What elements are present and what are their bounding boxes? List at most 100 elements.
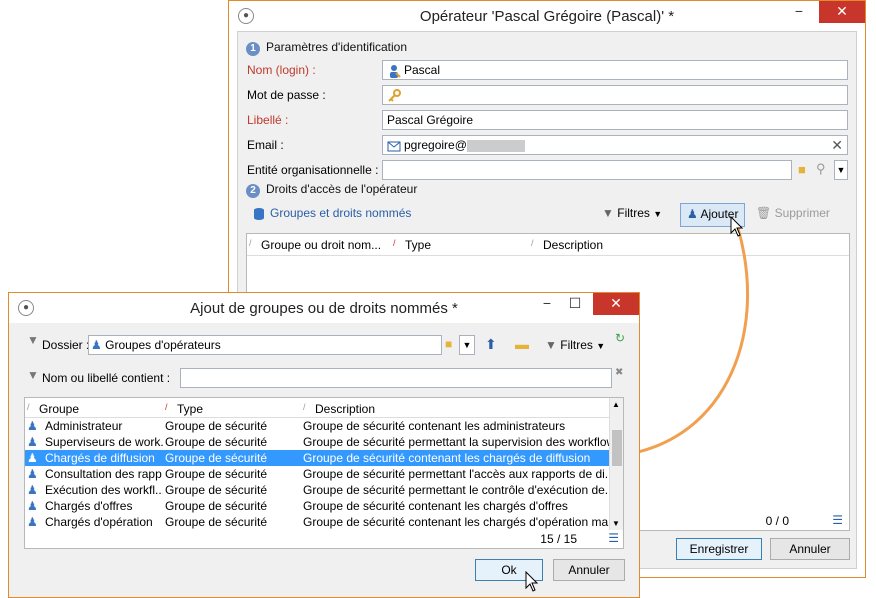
dialog-filters-button[interactable]: ▼ Filtres ▼ [545,338,605,352]
group-icon: ♟ [91,338,102,352]
login-field[interactable]: Pascal [382,60,848,80]
table-row[interactable]: ♟ Chargés d'offres Groupe de sécurité Group… [25,498,623,514]
record-count: 15 / 15 [540,532,577,546]
refresh-icon[interactable]: ↻ [615,331,625,345]
cell-description: Groupe de sécurité contenant les chargés… [303,451,591,465]
list-config-icon[interactable]: ☰ [608,531,619,545]
table-row[interactable]: ♟ Exécution des workfl... Groupe de sécuri… [25,482,623,498]
scrollbar-thumb[interactable] [612,430,622,466]
dialog-cancel-button[interactable]: Annuler [553,559,625,581]
folder-icon[interactable]: ■ [798,162,806,177]
cell-type: Groupe de sécurité [165,435,268,449]
section-identification: 1 Paramètres d'identification [246,40,407,56]
save-button[interactable]: Enregistrer [676,538,762,560]
col-group[interactable]: Groupe ou droit nom... [261,238,381,252]
cell-description: Groupe de sécurité permettant la supervi… [303,435,609,449]
close-button[interactable]: ✕ [593,293,639,315]
mail-icon [387,141,401,152]
col-description[interactable]: Description [543,238,603,252]
mouse-cursor [525,571,539,592]
libelle-field[interactable]: Pascal Grégoire [382,110,848,130]
group-icon: ♟ [27,499,38,513]
table-row[interactable]: ♟ Administrateur Groupe de sécurité Groupe … [25,418,623,434]
vertical-scrollbar[interactable]: ▲ ▼ [609,398,623,530]
list-config-icon[interactable]: ☰ [832,513,843,527]
key-icon [388,88,401,102]
filters-button[interactable]: ▼ Filtres ▼ [602,206,662,220]
redacted-block [466,139,525,152]
col-group[interactable]: Groupe [39,402,79,416]
filter-icon: ▼ [27,333,39,347]
folder-icon[interactable]: ■ [445,337,452,351]
groups-list: ♟ Administrateur Groupe de sécurité Groupe … [25,418,623,530]
search-icon[interactable]: ⚲ [816,161,826,177]
col-type[interactable]: Type [177,402,203,416]
table-row[interactable]: ♟ Consultation des rapp Groupe de sécurité… [25,466,623,482]
groups-rights-link[interactable]: Groupes et droits nommés [252,206,411,221]
cell-description: Groupe de sécurité contenant les adminis… [303,419,566,433]
close-button[interactable]: ✕ [819,1,865,23]
table-row[interactable]: ♟ Superviseurs de work... Groupe de sécuri… [25,434,623,450]
filter-icon: ▼ [27,368,39,382]
table-row[interactable]: ♟ Chargés d'opération Groupe de sécurité Gr… [25,514,623,530]
cell-type: Groupe de sécurité [165,499,268,513]
password-label: Mot de passe : [247,88,326,102]
folder-field[interactable]: ♟ Groupes d'opérateurs [88,335,442,355]
cell-description: Groupe de sécurité permettant l'accès au… [303,467,609,481]
cell-group: Chargés d'opération [45,515,153,529]
table-row[interactable]: ♟ Chargés de diffusion Groupe de sécurité G… [25,450,623,466]
group-icon: ♟ [27,435,38,449]
col-description[interactable]: Description [315,402,375,416]
maximize-button[interactable]: ☐ [561,293,589,315]
filters-label: Filtres [617,206,650,220]
clear-filter-icon[interactable]: ✖ [615,367,623,378]
chevron-down-icon[interactable]: ▼ [834,160,848,180]
filter-icon: ▼ [602,206,614,220]
email-value: pgregoire@ [404,138,467,152]
minimize-button[interactable]: − [533,293,561,315]
name-filter-input[interactable] [180,368,612,388]
dialog-grid-header: / Groupe / Type / Description [25,398,623,418]
dialog-filters-label: Filtres [560,338,593,352]
entity-label: Entité organisationnelle : [247,163,379,177]
mouse-cursor [730,216,744,237]
cell-group: Administrateur [45,419,123,433]
cell-type: Groupe de sécurité [165,467,268,481]
title-bar: ● Opérateur 'Pascal Grégoire (Pascal)' *… [229,1,865,31]
cell-type: Groupe de sécurité [165,515,268,529]
step-number: 1 [246,42,260,56]
sort-icon: / [27,402,30,412]
col-type[interactable]: Type [405,238,431,252]
folder-value: Groupes d'opérateurs [105,338,221,352]
cell-type: Groupe de sécurité [165,419,268,433]
group-icon: ♟ [27,515,38,529]
cell-group: Superviseurs de work... [45,435,163,449]
add-group-icon: ♟ [687,207,698,221]
delete-button[interactable]: 🗑 Supprimer [756,206,830,220]
section-title: Paramètres d'identification [266,40,408,54]
sort-icon: / [393,238,396,248]
cancel-button[interactable]: Annuler [770,538,850,560]
sort-icon: / [303,402,306,412]
group-icon: ♟ [27,451,38,465]
login-value: Pascal [404,63,441,77]
window-title: Opérateur 'Pascal Grégoire (Pascal)' * [419,8,675,25]
section-title: Droits d'accès de l'opérateur [266,182,418,196]
minimize-button[interactable]: − [785,1,813,23]
email-field[interactable]: pgregoire@ ✕ [382,135,848,155]
folder-up-icon[interactable]: ⬆ [485,336,497,353]
dialog-grid-footer: 15 / 15 ☰ [25,530,623,548]
chevron-down-icon[interactable]: ▼ [459,335,475,355]
sort-icon: / [165,402,168,412]
email-label: Email : [247,138,284,152]
sort-icon: / [249,238,252,248]
cell-description: Groupe de sécurité permettant le contrôl… [303,483,609,497]
password-field[interactable] [382,85,848,105]
filter-icon: ▼ [545,338,557,352]
open-folder-icon[interactable]: ▬ [515,336,529,352]
user-icon [390,64,401,78]
clear-icon[interactable]: ✕ [831,137,843,154]
login-label: Nom (login) : [247,63,316,77]
groups-grid: / Groupe / Type / Description ♟ Administr… [24,397,624,549]
entity-field[interactable] [382,160,792,180]
